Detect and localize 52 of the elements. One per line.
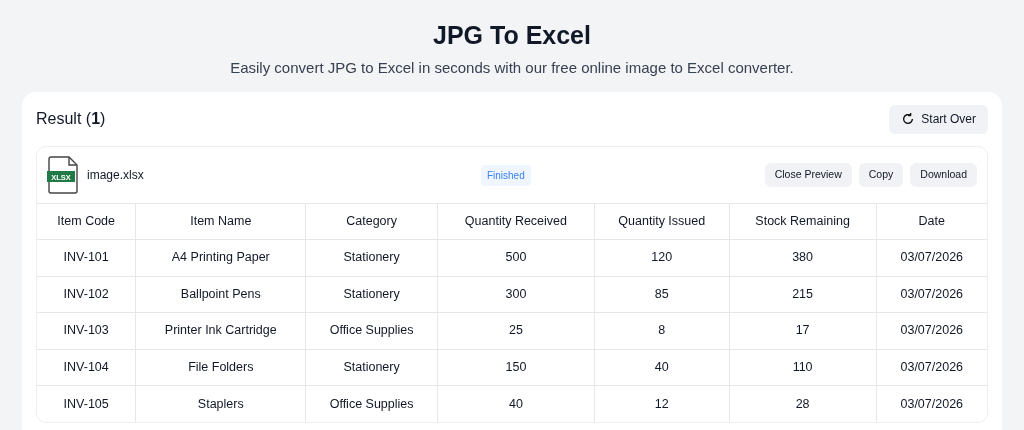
- table-cell: 215: [729, 276, 877, 313]
- table-cell: 500: [437, 239, 595, 276]
- table-cell: Printer Ink Cartridge: [135, 312, 306, 349]
- file-name: image.xlsx: [87, 167, 145, 184]
- column-header: Date: [876, 203, 987, 240]
- table-cell: 03/07/2026: [876, 239, 987, 276]
- table-cell: INV-105: [37, 385, 136, 422]
- table-cell: 150: [437, 349, 595, 386]
- table-cell: 28: [729, 385, 877, 422]
- table-cell: INV-104: [37, 349, 136, 386]
- table-cell: 03/07/2026: [876, 349, 987, 386]
- table-cell: 380: [729, 239, 877, 276]
- table-cell: 110: [729, 349, 877, 386]
- table-cell: 17: [729, 312, 877, 349]
- table-cell: Stationery: [305, 239, 438, 276]
- column-header: Item Name: [135, 203, 306, 240]
- status-badge: Finished: [480, 164, 531, 186]
- table-cell: 40: [437, 385, 595, 422]
- table-cell: 03/07/2026: [876, 276, 987, 313]
- action-button[interactable]: Download: [910, 163, 977, 187]
- table-cell: 85: [594, 276, 730, 313]
- column-header: Category: [305, 203, 438, 240]
- start-over-button[interactable]: Start Over: [889, 104, 988, 134]
- table-cell: INV-103: [37, 312, 136, 349]
- action-button[interactable]: Copy: [858, 163, 904, 187]
- table-cell: 40: [594, 349, 730, 386]
- column-header: Item Code: [37, 203, 136, 240]
- table-cell: Stationery: [305, 349, 438, 386]
- table-cell: 25: [437, 312, 595, 349]
- table-cell: 8: [594, 312, 730, 349]
- table-cell: 300: [437, 276, 595, 313]
- table-cell: 03/07/2026: [876, 385, 987, 422]
- column-header: Quantity Received: [437, 203, 595, 240]
- table-cell: Office Supplies: [305, 312, 438, 349]
- table-cell: A4 Printing Paper: [135, 239, 306, 276]
- table-cell: INV-101: [37, 239, 136, 276]
- page-title: JPG To Excel: [433, 20, 591, 50]
- table-cell: Office Supplies: [305, 385, 438, 422]
- table-cell: Staplers: [135, 385, 306, 422]
- table-cell: File Folders: [135, 349, 306, 386]
- table-cell: 12: [594, 385, 730, 422]
- refresh-icon: [901, 112, 916, 126]
- table-cell: 03/07/2026: [876, 312, 987, 349]
- table-cell: Stationery: [305, 276, 438, 313]
- table-cell: Ballpoint Pens: [135, 276, 306, 313]
- column-header: Quantity Issued: [594, 203, 730, 240]
- table-cell: 120: [594, 239, 730, 276]
- action-button[interactable]: Close Preview: [764, 163, 852, 187]
- result-heading: Result (1): [36, 109, 106, 129]
- column-header: Stock Remaining: [729, 203, 877, 240]
- table-cell: INV-102: [37, 276, 136, 313]
- page-subtitle: Easily convert JPG to Excel in seconds with our free online image to Excel converter.: [230, 58, 794, 78]
